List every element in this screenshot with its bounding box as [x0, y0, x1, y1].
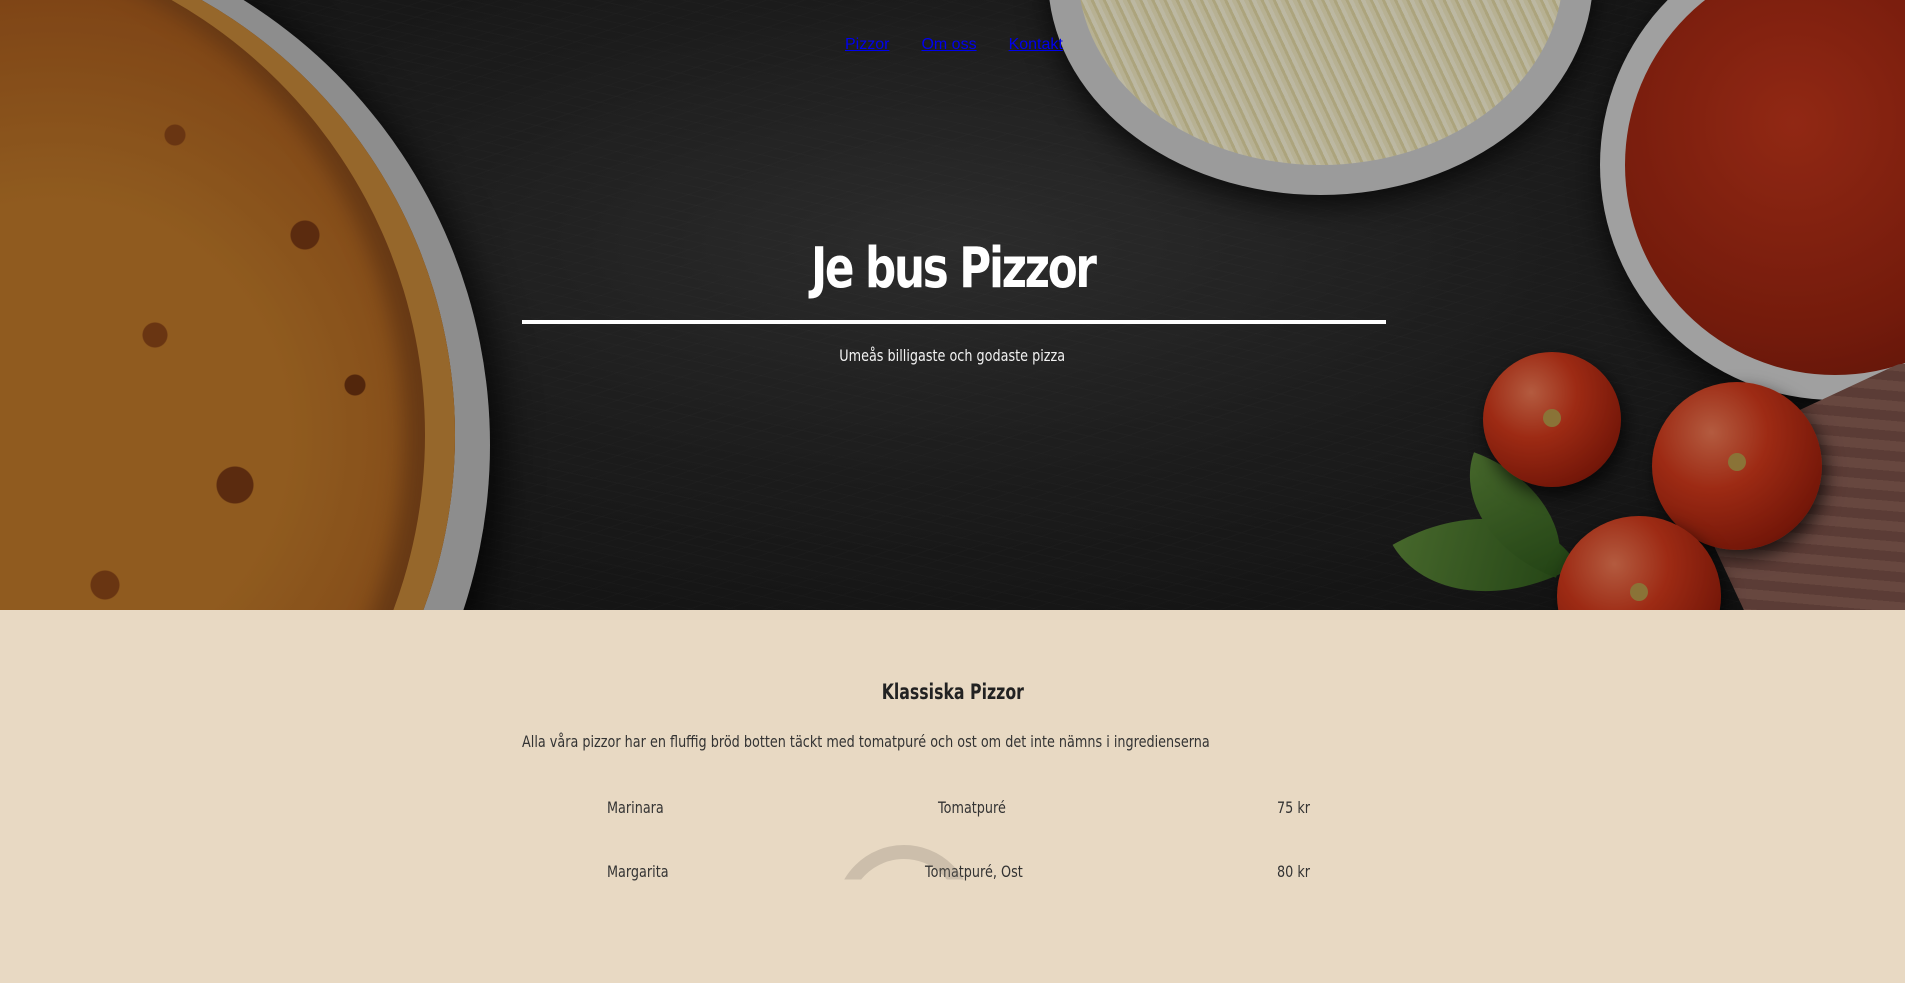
pizza-price: 80 kr: [1277, 862, 1311, 881]
pizza-watermark-icon: [835, 845, 973, 880]
hero-title-text: Je bus Pizzor: [810, 236, 1097, 301]
menu-heading: Klassiska Pizzor: [0, 680, 1905, 704]
menu-row: Marinara Tomatpuré 75 kr: [0, 798, 1905, 828]
menu-heading-text: Klassiska Pizzor: [881, 680, 1024, 704]
hero-banner: Pizzor Om oss Kontakt Je bus Pizzor Umeå…: [0, 0, 1905, 610]
nav-link-om-oss[interactable]: Om oss: [921, 36, 976, 54]
pizza-name: Margarita: [607, 862, 669, 881]
menu-description: Alla våra pizzor har en fluffig bröd bot…: [522, 732, 1210, 751]
pizza-ingredients: Tomatpuré: [938, 798, 1006, 817]
main-nav: Pizzor Om oss Kontakt: [845, 36, 1063, 54]
nav-link-kontakt[interactable]: Kontakt: [1009, 36, 1063, 54]
nav-link-pizzor[interactable]: Pizzor: [845, 36, 889, 54]
hero-divider: [522, 320, 1386, 324]
pizza-name: Marinara: [607, 798, 664, 817]
menu-section: Klassiska Pizzor Alla våra pizzor har en…: [0, 610, 1905, 881]
hero-subtitle: Umeås billigaste och godaste pizza: [0, 346, 1905, 365]
hero-subtitle-text: Umeås billigaste och godaste pizza: [839, 346, 1066, 365]
hero-dark-overlay: [0, 0, 1905, 610]
hero-title: Je bus Pizzor: [0, 236, 1905, 301]
pizza-price: 75 kr: [1277, 798, 1311, 817]
